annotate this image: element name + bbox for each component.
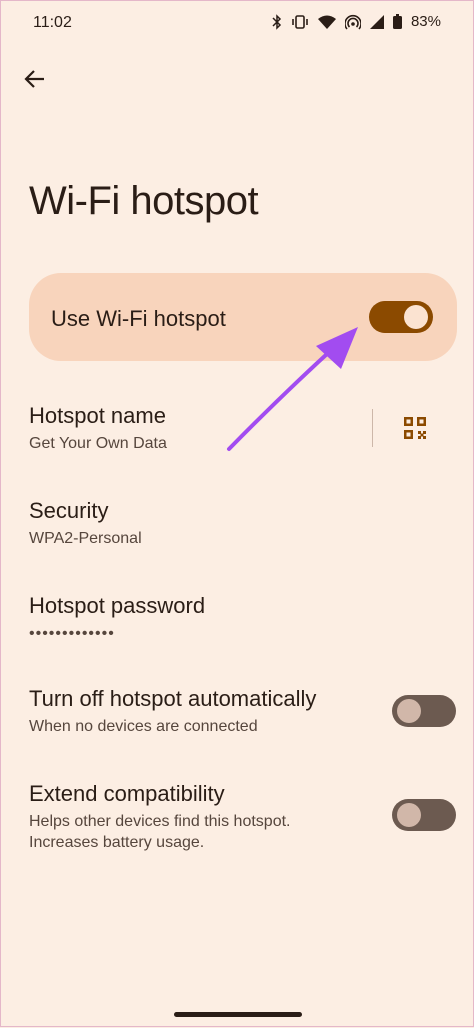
auto-off-subtitle: When no devices are connected (29, 718, 258, 735)
gesture-nav-handle[interactable] (174, 1012, 302, 1017)
auto-off-title: Turn off hotspot automatically (29, 686, 317, 711)
status-icons: 83% (272, 13, 441, 30)
extend-compatibility-title: Extend compatibility (29, 781, 225, 806)
cell-signal-icon (369, 14, 384, 29)
hotspot-password-title: Hotspot password (29, 593, 206, 618)
hotspot-password-value: ••••••••••••• (29, 625, 115, 642)
use-hotspot-label: Use Wi-Fi hotspot (51, 306, 226, 331)
qr-code-button[interactable] (401, 414, 429, 442)
extend-subtitle-line-2: Increases battery usage. (29, 834, 205, 851)
arrow-back-icon (24, 69, 46, 94)
hotspot-icon (344, 14, 361, 30)
battery-percent: 83% (410, 13, 441, 30)
use-hotspot-switch[interactable] (369, 301, 433, 333)
page-title: Wi-Fi hotspot (29, 179, 259, 223)
hotspot-name-row[interactable]: Hotspot name Get Your Own Data (29, 403, 455, 454)
extend-compatibility-subtitle: Helps other devices find this hotspot. I… (29, 811, 455, 853)
hotspot-name-title: Hotspot name (29, 403, 166, 428)
extend-compatibility-row[interactable]: Extend compatibility Helps other devices… (29, 781, 455, 853)
bluetooth-icon (272, 13, 282, 30)
switch-knob (397, 699, 421, 723)
hotspot-password-row[interactable]: Hotspot password ••••••••••••• (29, 593, 455, 644)
wifi-icon (317, 15, 336, 29)
security-row[interactable]: Security WPA2-Personal (29, 498, 455, 549)
switch-knob (397, 803, 421, 827)
row-divider (372, 409, 373, 447)
switch-knob (404, 305, 428, 329)
auto-off-switch[interactable] (392, 695, 456, 727)
status-time: 11:02 (33, 14, 72, 31)
vibrate-icon (291, 14, 309, 29)
status-bar: 11:02 83% (1, 1, 473, 47)
hotspot-name-value: Get Your Own Data (29, 435, 167, 452)
extend-compatibility-switch[interactable] (392, 799, 456, 831)
use-hotspot-card[interactable]: Use Wi-Fi hotspot (29, 273, 457, 361)
security-title: Security (29, 498, 109, 523)
qr-code-icon (401, 417, 429, 446)
security-value: WPA2-Personal (29, 530, 142, 547)
back-button[interactable] (19, 65, 51, 97)
battery-icon (392, 14, 402, 29)
